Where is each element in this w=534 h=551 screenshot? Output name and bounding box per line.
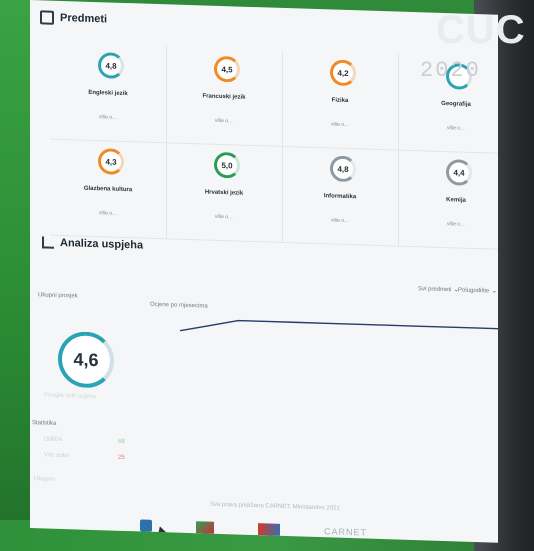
subject-more-link[interactable]: više o… <box>166 212 282 222</box>
footer-logo-2 <box>196 521 214 534</box>
carnet-label: CARNET <box>324 526 368 538</box>
subject-card[interactable]: 4,8 Engleski jezik više o… <box>50 42 167 144</box>
analysis-icon <box>42 236 54 249</box>
subject-card[interactable]: 4,2 Fizika više o… <box>282 49 399 151</box>
filter-dropdown-subjects[interactable]: Svi predmeti ⌄ <box>418 284 459 293</box>
subject-more-link[interactable]: više o… <box>398 220 498 230</box>
avg-caption: Prosjek svih ocjena <box>44 392 96 401</box>
stats-value: 25 <box>118 454 125 461</box>
subjects-title: Predmeti <box>60 11 108 26</box>
filter-label: Svi predmeti <box>418 286 452 294</box>
grade-badge: 4,3 <box>98 148 124 175</box>
subject-name: Francuski jezik <box>202 93 246 101</box>
subject-name: Engleski jezik <box>88 89 128 98</box>
grade-badge: 4,5 <box>214 55 240 83</box>
subjects-header: Predmeti <box>40 10 107 26</box>
grade-badge: 4,2 <box>330 59 356 87</box>
copyright: Sva prava pridržana CARNET, Ministarstvo… <box>210 501 340 512</box>
footer-logo-1 <box>140 519 152 532</box>
footer-logo-3 <box>258 523 280 536</box>
subject-more-link[interactable]: više o… <box>50 209 166 219</box>
stats-extra: Ukupno <box>34 476 55 483</box>
subject-card[interactable]: 4,8 Informatika više o… <box>282 145 399 247</box>
subject-name: Glazbena kultura <box>83 185 133 194</box>
subject-card[interactable]: 4,4 Kemija više o… <box>398 149 498 251</box>
average-grade-circle: 4,6 <box>58 330 114 389</box>
subject-more-link[interactable]: više o… <box>282 216 398 226</box>
stats-title: Statistika <box>32 420 57 427</box>
subject-name: Informatika <box>323 193 357 201</box>
grade-badge: 4,4 <box>446 159 472 186</box>
chart-svg <box>180 319 498 332</box>
subject-card[interactable]: 5,0 Hrvatski jezik više o… <box>166 142 283 243</box>
grade-badge: 4,8 <box>330 155 356 183</box>
subject-name: Kemija <box>446 197 466 204</box>
subject-name: Geografija <box>441 100 471 108</box>
subject-card[interactable]: 4,3 Glazbena kultura više o… <box>50 138 167 240</box>
subjects-icon <box>40 10 54 25</box>
background-digits: 2020 <box>420 58 481 83</box>
subject-card[interactable]: 4,5 Francuski jezik više o… <box>166 46 283 147</box>
subject-name: Hrvatski jezik <box>204 189 244 197</box>
grade-badge: 4,8 <box>98 52 124 79</box>
grade-badge: 5,0 <box>214 151 240 179</box>
filter-label: Polugodište <box>458 287 490 295</box>
chevron-down-icon: ⌄ <box>491 287 498 295</box>
cuc-logo: CUC <box>436 8 526 52</box>
grade-trend-line <box>180 319 498 332</box>
stats-item: Vrlo dobri <box>44 452 70 460</box>
subject-more-link[interactable]: više o… <box>50 113 166 123</box>
avg-label: Ukupni prosjek <box>38 292 78 300</box>
analysis-title: Analiza uspjeha <box>60 236 144 252</box>
chart-label: Ocjene po mjesecima <box>150 301 208 310</box>
subject-more-link[interactable]: više o… <box>282 120 398 130</box>
filter-dropdown-period[interactable]: Polugodište ⌄ <box>458 285 497 294</box>
subject-more-link[interactable]: više o… <box>398 124 498 134</box>
subject-more-link[interactable]: više o… <box>166 116 282 126</box>
subject-name: Fizika <box>331 97 349 105</box>
stats-value: 68 <box>118 438 125 445</box>
stats-item: Odlični <box>44 436 63 444</box>
